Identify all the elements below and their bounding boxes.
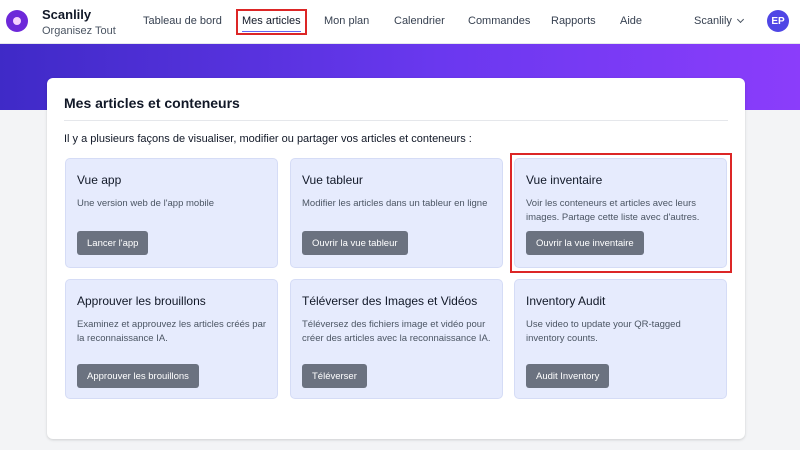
scanlily-logo-icon[interactable] [6,10,28,32]
card-vue-tableur: Vue tableur Modifier les articles dans u… [290,158,503,268]
launch-app-button[interactable]: Lancer l'app [77,231,149,255]
divider [64,120,728,121]
chevron-down-icon [736,15,744,24]
user-menu-label: Scanlily [694,15,732,27]
card-inventory-audit: Inventory Audit Use video to update your… [514,279,727,399]
card-description: Modifier les articles dans un tableur en… [302,198,488,209]
top-navbar: Scanlily Organisez Tout Tableau de bord … [0,0,800,44]
card-title: Vue tableur [302,173,363,187]
brand-tagline: Organisez Tout [42,25,116,37]
panel-intro: Il y a plusieurs façons de visualiser, m… [64,133,472,145]
nav-commandes[interactable]: Commandes [468,15,530,27]
card-description: Téléversez des fichiers image et vidéo p… [302,319,491,344]
nav-tableau-de-bord[interactable]: Tableau de bord [143,15,222,27]
page-title: Mes articles et conteneurs [64,95,240,111]
card-approuver-brouillons: Approuver les brouillons Examinez et app… [65,279,278,399]
nav-rapports[interactable]: Rapports [551,15,596,27]
brand-name[interactable]: Scanlily [42,7,91,22]
card-title: Vue app [77,173,122,187]
user-menu[interactable]: Scanlily [694,15,744,27]
approve-drafts-button[interactable]: Approuver les brouillons [77,364,199,388]
nav-aide[interactable]: Aide [620,15,642,27]
card-title: Approuver les brouillons [77,294,206,308]
card-title: Téléverser des Images et Vidéos [302,294,478,308]
open-spreadsheet-view-button[interactable]: Ouvrir la vue tableur [302,231,408,255]
avatar[interactable]: EP [767,10,789,32]
card-description: Use video to update your QR-tagged inven… [526,319,681,344]
card-description: Une version web de l'app mobile [77,198,215,209]
audit-inventory-button[interactable]: Audit Inventory [526,364,610,388]
card-televerser: Téléverser des Images et Vidéos Télévers… [290,279,503,399]
card-title: Inventory Audit [526,294,606,308]
highlight-box-nav [236,9,307,35]
upload-button[interactable]: Téléverser [302,364,367,388]
highlight-box-card [510,153,732,273]
card-vue-app: Vue app Une version web de l'app mobile … [65,158,278,268]
nav-calendrier[interactable]: Calendrier [394,15,445,27]
card-description: Examinez et approuvez les articles créés… [77,319,267,344]
nav-mon-plan[interactable]: Mon plan [324,15,369,27]
